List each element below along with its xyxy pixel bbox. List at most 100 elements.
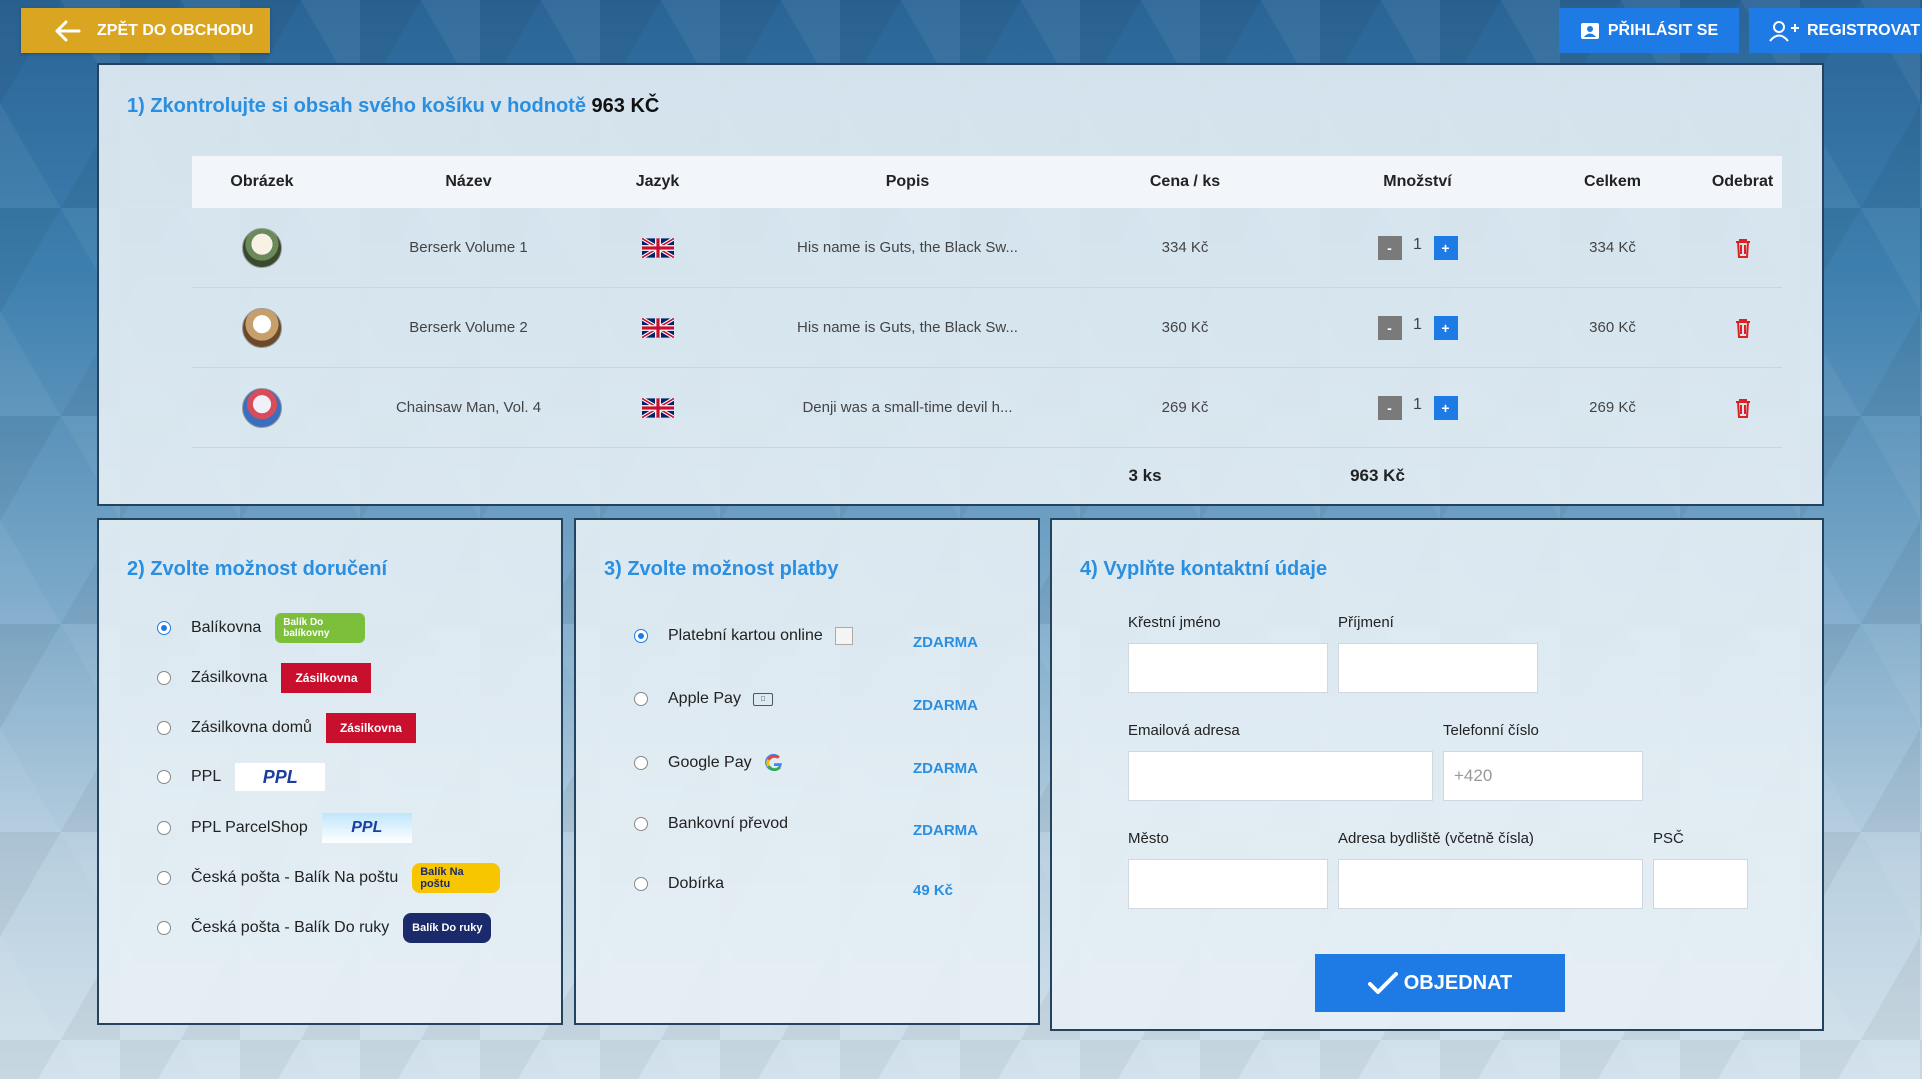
payment-option-apple-pay[interactable]: Apple Pay  xyxy=(634,690,773,708)
city-field[interactable] xyxy=(1128,859,1328,909)
delivery-option-zasilkovna[interactable]: Zásilkovna Zásilkovna xyxy=(157,663,372,693)
card-icon xyxy=(834,627,853,645)
payment-option-bank-transfer[interactable]: Bankovní převod xyxy=(634,815,788,833)
zip-field[interactable] xyxy=(1653,859,1748,909)
quantity-increase-button[interactable]: + xyxy=(1433,395,1458,420)
zip-label: PSČ xyxy=(1653,830,1684,847)
payment-option-label: Apple Pay xyxy=(668,690,741,707)
cart-table: Obrázek Název Jazyk Popis Cena / ks Množ… xyxy=(192,156,1782,504)
radio-button[interactable] xyxy=(634,629,648,643)
delivery-option-label: PPL xyxy=(191,768,222,785)
product-price: 334 Kč xyxy=(1161,239,1209,256)
quantity-decrease-button[interactable]: - xyxy=(1377,315,1402,340)
cart-title-value: 963 KČ xyxy=(591,95,660,117)
quantity-decrease-button[interactable]: - xyxy=(1377,395,1402,420)
email-field[interactable] xyxy=(1128,751,1433,801)
payment-option-card[interactable]: Platební kartou online xyxy=(634,627,853,645)
table-row: Berserk Volume 1 His name is Guts, the B… xyxy=(192,208,1782,288)
delivery-option-label: Zásilkovna xyxy=(191,669,268,686)
cart-panel: 1) Zkontrolujte si obsah svého košíku v … xyxy=(97,63,1824,506)
back-to-shop-button[interactable]: ZPĚT DO OBCHODU xyxy=(21,8,270,53)
arrow-left-icon xyxy=(55,17,83,45)
col-header-language: Jazyk xyxy=(635,173,680,190)
zasilkovna-logo: Zásilkovna xyxy=(281,663,372,693)
email-label: Emailová adresa xyxy=(1128,722,1240,739)
address-field[interactable] xyxy=(1338,859,1643,909)
back-to-shop-label: ZPĚT DO OBCHODU xyxy=(97,21,254,39)
product-price: 360 Kč xyxy=(1161,319,1209,336)
product-total: 269 Kč xyxy=(1589,399,1636,416)
phone-label: Telefonní číslo xyxy=(1443,722,1539,739)
order-button[interactable]: OBJEDNAT xyxy=(1315,954,1565,1012)
quantity-decrease-button[interactable]: - xyxy=(1377,235,1402,260)
payment-option-label: Google Pay xyxy=(668,754,752,771)
product-total: 334 Kč xyxy=(1589,239,1636,256)
radio-button[interactable] xyxy=(157,921,171,935)
quantity-value: 1 xyxy=(1413,315,1422,333)
register-button[interactable]: REGISTROVAT xyxy=(1749,8,1922,53)
trash-icon[interactable] xyxy=(1734,318,1752,338)
ppl-parcelshop-logo: PPL xyxy=(321,813,412,843)
cart-title-prefix: 1) Zkontrolujte si obsah svého košíku v … xyxy=(127,95,586,117)
radio-button[interactable] xyxy=(634,817,648,831)
product-thumbnail[interactable] xyxy=(242,227,282,268)
radio-button[interactable] xyxy=(634,692,648,706)
product-name[interactable]: Berserk Volume 2 xyxy=(332,319,605,336)
trash-icon[interactable] xyxy=(1734,398,1752,418)
address-label: Adresa bydliště (včetně čísla) xyxy=(1338,830,1534,847)
radio-button[interactable] xyxy=(634,756,648,770)
quantity-increase-button[interactable]: + xyxy=(1433,235,1458,260)
quantity-increase-button[interactable]: + xyxy=(1433,315,1458,340)
table-row: Chainsaw Man, Vol. 4 Denji was a small-t… xyxy=(192,368,1782,448)
uk-flag-icon xyxy=(641,317,674,338)
uk-flag-icon xyxy=(641,397,674,418)
cart-summary: 3 ks 963 Kč xyxy=(192,448,1782,504)
login-button[interactable]: PŘIHLÁSIT SE xyxy=(1559,8,1739,53)
cart-title: 1) Zkontrolujte si obsah svého košíku v … xyxy=(127,95,659,118)
radio-button[interactable] xyxy=(157,721,171,735)
delivery-option-ceska-posta-na-postu[interactable]: Česká pošta - Balík Na poštu Balík Na po… xyxy=(157,863,501,893)
login-label: PŘIHLÁSIT SE xyxy=(1607,21,1719,39)
quantity-stepper: - 1 + xyxy=(1265,395,1570,420)
payment-panel: 3) Zvolte možnost platby Platební kartou… xyxy=(574,518,1040,1025)
trash-icon[interactable] xyxy=(1734,238,1752,258)
product-thumbnail[interactable] xyxy=(242,387,282,428)
payment-option-cash-on-delivery[interactable]: Dobírka xyxy=(634,875,724,893)
delivery-option-balikovna[interactable]: Balíkovna Balík Do balíkovny xyxy=(157,613,366,643)
delivery-panel: 2) Zvolte možnost doručení Balíkovna Bal… xyxy=(97,518,563,1025)
radio-button[interactable] xyxy=(157,871,171,885)
radio-button[interactable] xyxy=(157,770,171,784)
radio-button[interactable] xyxy=(157,621,171,635)
city-label: Město xyxy=(1128,830,1169,847)
product-name[interactable]: Berserk Volume 1 xyxy=(332,239,605,256)
quantity-stepper: - 1 + xyxy=(1265,235,1570,260)
radio-button[interactable] xyxy=(157,671,171,685)
payment-option-label: Dobírka xyxy=(668,875,725,892)
delivery-option-ceska-posta-do-ruky[interactable]: Česká pošta - Balík Do ruky Balík Do ruk… xyxy=(157,913,492,943)
col-header-price: Cena / ks xyxy=(1149,173,1221,190)
radio-button[interactable] xyxy=(157,821,171,835)
delivery-option-ppl[interactable]: PPL PPL xyxy=(157,763,326,791)
cart-table-header: Obrázek Název Jazyk Popis Cena / ks Množ… xyxy=(192,156,1782,208)
payment-option-google-pay[interactable]: Google Pay xyxy=(634,753,784,773)
order-label: OBJEDNAT xyxy=(1403,971,1513,994)
register-label: REGISTROVAT xyxy=(1807,21,1921,39)
last-name-field[interactable] xyxy=(1338,643,1538,693)
product-description: His name is Guts, the Black Sw... xyxy=(797,319,1018,336)
google-icon xyxy=(764,753,782,772)
add-user-icon xyxy=(1769,20,1799,42)
col-header-total: Celkem xyxy=(1584,173,1641,190)
delivery-title: 2) Zvolte možnost doručení xyxy=(127,558,388,580)
delivery-option-zasilkovna-home[interactable]: Zásilkovna domů Zásilkovna xyxy=(157,713,416,743)
product-name[interactable]: Chainsaw Man, Vol. 4 xyxy=(332,399,605,416)
delivery-option-ppl-parcelshop[interactable]: PPL ParcelShop PPL xyxy=(157,813,412,843)
last-name-label: Příjmení xyxy=(1338,614,1394,631)
product-thumbnail[interactable] xyxy=(242,307,282,348)
col-header-quantity: Množství xyxy=(1383,173,1452,190)
phone-field[interactable]: +420 xyxy=(1443,751,1643,801)
table-row: Berserk Volume 2 His name is Guts, the B… xyxy=(192,288,1782,368)
radio-button[interactable] xyxy=(634,877,648,891)
first-name-field[interactable] xyxy=(1128,643,1328,693)
contact-title: 4) Vyplňte kontaktní údaje xyxy=(1080,558,1328,580)
product-total: 360 Kč xyxy=(1589,319,1636,336)
